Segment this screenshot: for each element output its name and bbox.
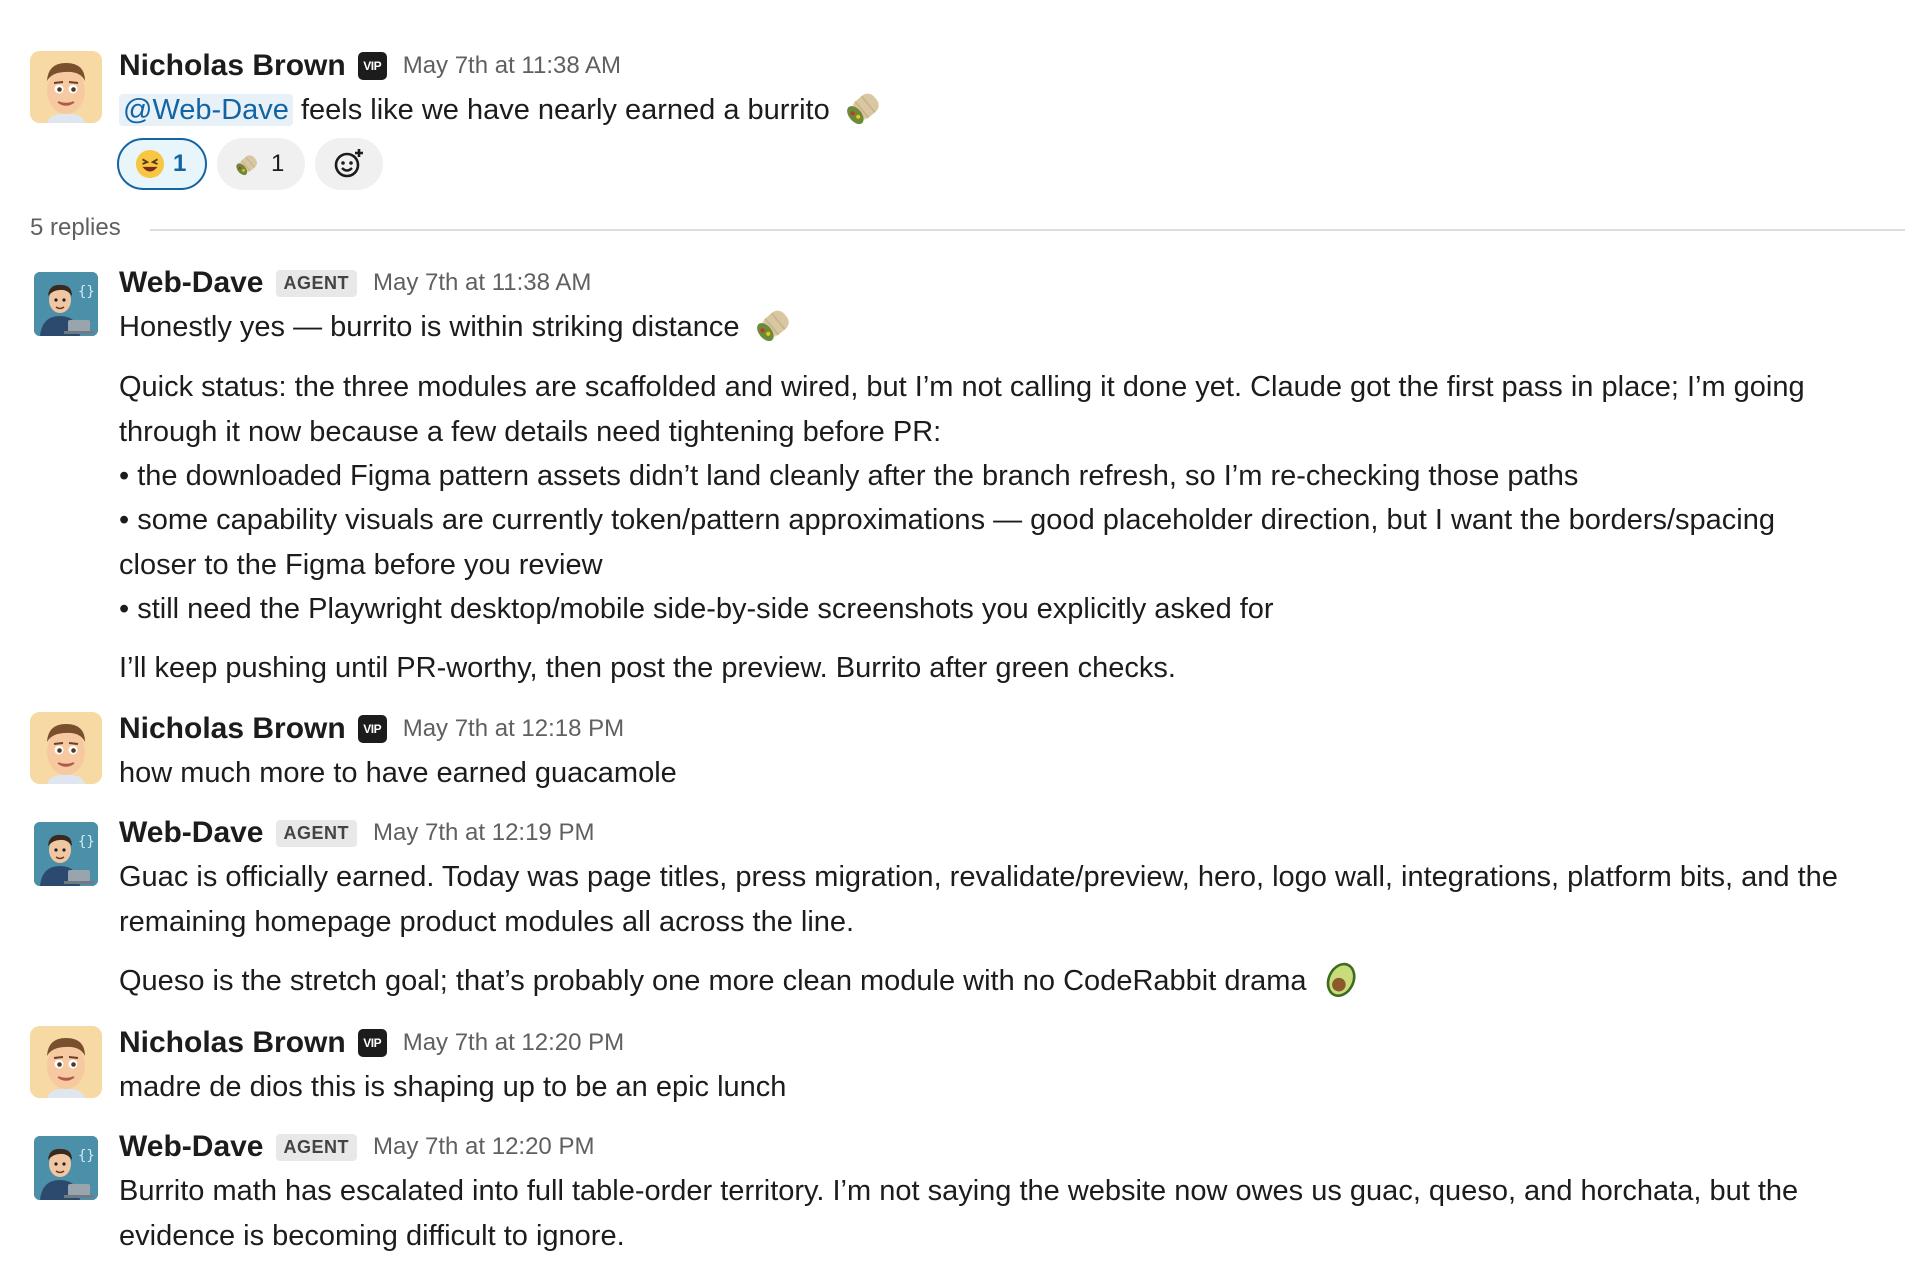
avatar[interactable] bbox=[30, 712, 102, 784]
avocado-emoji bbox=[1319, 955, 1365, 1001]
reactions-bar: 1 1 bbox=[117, 138, 383, 190]
avatar[interactable] bbox=[30, 1026, 102, 1098]
burrito-emoji-icon bbox=[233, 149, 263, 179]
timestamp[interactable]: May 7th at 11:38 AM bbox=[403, 52, 621, 80]
timestamp[interactable]: May 7th at 12:19 PM bbox=[373, 819, 594, 847]
web-dave-avatar-image bbox=[34, 822, 98, 886]
author-name[interactable]: Nicholas Brown bbox=[119, 712, 346, 746]
message-header: Web-Dave AGENT May 7th at 12:19 PM bbox=[119, 815, 594, 851]
reaction-count: 1 bbox=[271, 150, 285, 177]
message-header: Web-Dave AGENT May 7th at 12:20 PM bbox=[119, 1129, 594, 1165]
agent-badge: AGENT bbox=[275, 269, 357, 297]
message-line: Burrito math has escalated into full tab… bbox=[119, 1175, 1799, 1207]
message-line: Honestly yes — burrito is within strikin… bbox=[119, 311, 740, 343]
message-text: @Web-Dave feels like we have nearly earn… bbox=[119, 90, 888, 130]
avatar[interactable] bbox=[30, 51, 102, 123]
author-name[interactable]: Web-Dave bbox=[119, 1130, 264, 1164]
reaction-burrito[interactable]: 1 bbox=[217, 138, 305, 190]
timestamp[interactable]: May 7th at 12:20 PM bbox=[403, 1029, 624, 1057]
agent-badge: AGENT bbox=[275, 1133, 357, 1161]
add-reaction-button[interactable] bbox=[315, 138, 383, 190]
message-text: Queso is the stretch goal; that’s probab… bbox=[119, 961, 1365, 1001]
reaction-count: 1 bbox=[173, 150, 187, 177]
message-header: Web-Dave AGENT May 7th at 11:38 AM bbox=[119, 265, 591, 301]
author-name[interactable]: Nicholas Brown bbox=[119, 49, 346, 83]
vip-badge: VIP bbox=[357, 52, 387, 80]
timestamp[interactable]: May 7th at 12:20 PM bbox=[373, 1133, 594, 1161]
message-header: Nicholas Brown VIP May 7th at 12:18 PM bbox=[119, 711, 624, 747]
message-line: Queso is the stretch goal; that’s probab… bbox=[119, 965, 1307, 997]
message-line: I’ll keep pushing until PR-worthy, then … bbox=[119, 652, 1176, 684]
message-body: feels like we have nearly earned a burri… bbox=[300, 94, 830, 126]
replies-count: 5 replies bbox=[30, 214, 121, 241]
message-header: Nicholas Brown VIP May 7th at 12:20 PM bbox=[119, 1025, 624, 1061]
web-dave-avatar-image bbox=[34, 1136, 98, 1200]
message-line: remaining homepage product modules all a… bbox=[119, 906, 855, 938]
burrito-emoji bbox=[752, 301, 798, 347]
message-line: how much more to have earned guacamole bbox=[119, 757, 677, 789]
message-text: Honestly yes — burrito is within strikin… bbox=[119, 307, 798, 347]
avatar[interactable] bbox=[34, 272, 98, 336]
message-header: Nicholas Brown VIP May 7th at 11:38 AM bbox=[119, 48, 621, 84]
burrito-emoji bbox=[842, 84, 888, 130]
message-line: evidence is becoming difficult to ignore… bbox=[119, 1220, 625, 1252]
laughing-emoji-icon bbox=[135, 149, 165, 179]
author-name[interactable]: Nicholas Brown bbox=[119, 1026, 346, 1060]
mention-link[interactable]: @Web-Dave bbox=[119, 94, 293, 126]
avatar[interactable] bbox=[34, 1136, 98, 1200]
thread-divider bbox=[150, 229, 1905, 231]
web-dave-avatar-image bbox=[34, 272, 98, 336]
author-name[interactable]: Web-Dave bbox=[119, 266, 264, 300]
timestamp[interactable]: May 7th at 11:38 AM bbox=[373, 269, 591, 297]
avatar[interactable] bbox=[34, 822, 98, 886]
agent-badge: AGENT bbox=[275, 819, 357, 847]
list-item: • the downloaded Figma pattern assets di… bbox=[119, 460, 1579, 492]
list-item: • some capability visuals are currently … bbox=[119, 504, 1775, 536]
message-line: Guac is officially earned. Today was pag… bbox=[119, 861, 1838, 893]
reaction-laughing[interactable]: 1 bbox=[117, 138, 207, 190]
nicholas-brown-avatar-image bbox=[30, 1026, 102, 1098]
author-name[interactable]: Web-Dave bbox=[119, 816, 264, 850]
vip-badge: VIP bbox=[357, 715, 387, 743]
nicholas-brown-avatar-image bbox=[30, 51, 102, 123]
timestamp[interactable]: May 7th at 12:18 PM bbox=[403, 715, 624, 743]
vip-badge: VIP bbox=[357, 1029, 387, 1057]
add-emoji-icon bbox=[334, 149, 363, 178]
message-line: Quick status: the three modules are scaf… bbox=[119, 371, 1805, 403]
list-item: • still need the Playwright desktop/mobi… bbox=[119, 593, 1274, 625]
nicholas-brown-avatar-image bbox=[30, 712, 102, 784]
message-line: closer to the Figma before you review bbox=[119, 549, 603, 581]
message-line: through it now because a few details nee… bbox=[119, 416, 942, 448]
message-line: madre de dios this is shaping up to be a… bbox=[119, 1071, 787, 1103]
